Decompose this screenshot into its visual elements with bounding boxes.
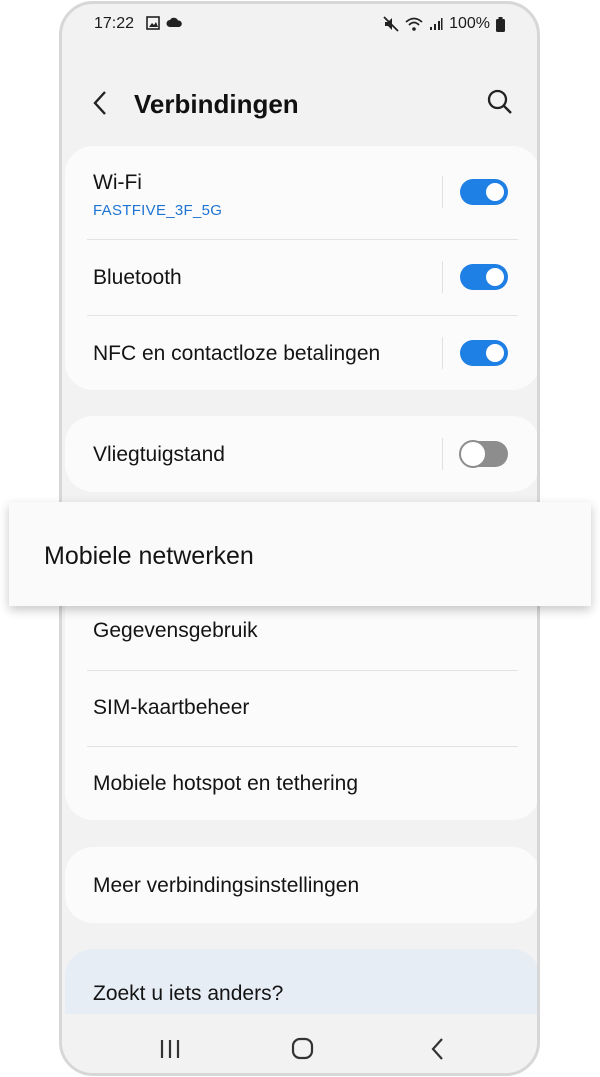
app-header: Verbindingen: [62, 72, 537, 136]
airplane-card: Vliegtuigstand: [65, 416, 537, 492]
search-icon[interactable]: [485, 87, 515, 117]
back-icon[interactable]: [418, 1034, 458, 1064]
battery-icon: [496, 16, 505, 32]
signal-icon: [430, 18, 443, 30]
airplane-label: Vliegtuigstand: [93, 443, 225, 466]
bluetooth-label: Bluetooth: [93, 266, 182, 289]
sim-manager-row[interactable]: SIM-kaartbeheer: [65, 671, 537, 746]
sim-manager-label: SIM-kaartbeheer: [93, 696, 250, 719]
home-icon[interactable]: [282, 1034, 322, 1064]
cloud-icon: [166, 17, 182, 27]
wifi-row[interactable]: Wi-Fi FASTFIVE_3F_5G: [65, 146, 537, 238]
nfc-toggle[interactable]: [460, 340, 508, 366]
mute-icon: [383, 16, 399, 32]
suggestion-label: Zoekt u iets anders?: [93, 982, 284, 1005]
mobile-networks-label: Mobiele netwerken: [44, 542, 254, 570]
bluetooth-row[interactable]: Bluetooth: [65, 240, 537, 315]
wifi-toggle[interactable]: [460, 179, 508, 205]
more-settings-row[interactable]: Meer verbindingsinstellingen: [65, 847, 537, 923]
wifi-label: Wi-Fi: [93, 171, 142, 194]
more-settings-card: Meer verbindingsinstellingen: [65, 847, 537, 923]
more-settings-label: Meer verbindingsinstellingen: [93, 874, 360, 897]
mobile-networks-highlight[interactable]: Mobiele netwerken: [9, 502, 591, 606]
nfc-row[interactable]: NFC en contactloze betalingen: [65, 316, 537, 390]
wifi-network-name: FASTFIVE_3F_5G: [93, 202, 223, 219]
airplane-row[interactable]: Vliegtuigstand: [65, 416, 537, 492]
data-usage-label: Gegevensgebruik: [93, 619, 258, 642]
status-bar: 17:22 100%: [62, 4, 537, 48]
page-title: Verbindingen: [134, 89, 299, 119]
status-time: 17:22: [94, 15, 135, 32]
nfc-label: NFC en contactloze betalingen: [93, 342, 381, 365]
airplane-toggle[interactable]: [459, 440, 508, 468]
battery-percentage: 100%: [449, 15, 490, 32]
navigation-bar: [62, 1014, 537, 1073]
wifi-icon: [405, 17, 423, 31]
connections-card: Wi-Fi FASTFIVE_3F_5G Bluetooth NFC en co…: [65, 146, 537, 390]
bluetooth-toggle[interactable]: [460, 264, 508, 290]
hotspot-row[interactable]: Mobiele hotspot en tethering: [65, 747, 537, 820]
back-arrow-icon[interactable]: [86, 88, 116, 118]
image-icon: [146, 16, 160, 30]
hotspot-label: Mobiele hotspot en tethering: [93, 772, 359, 795]
recent-apps-icon[interactable]: [150, 1034, 190, 1064]
